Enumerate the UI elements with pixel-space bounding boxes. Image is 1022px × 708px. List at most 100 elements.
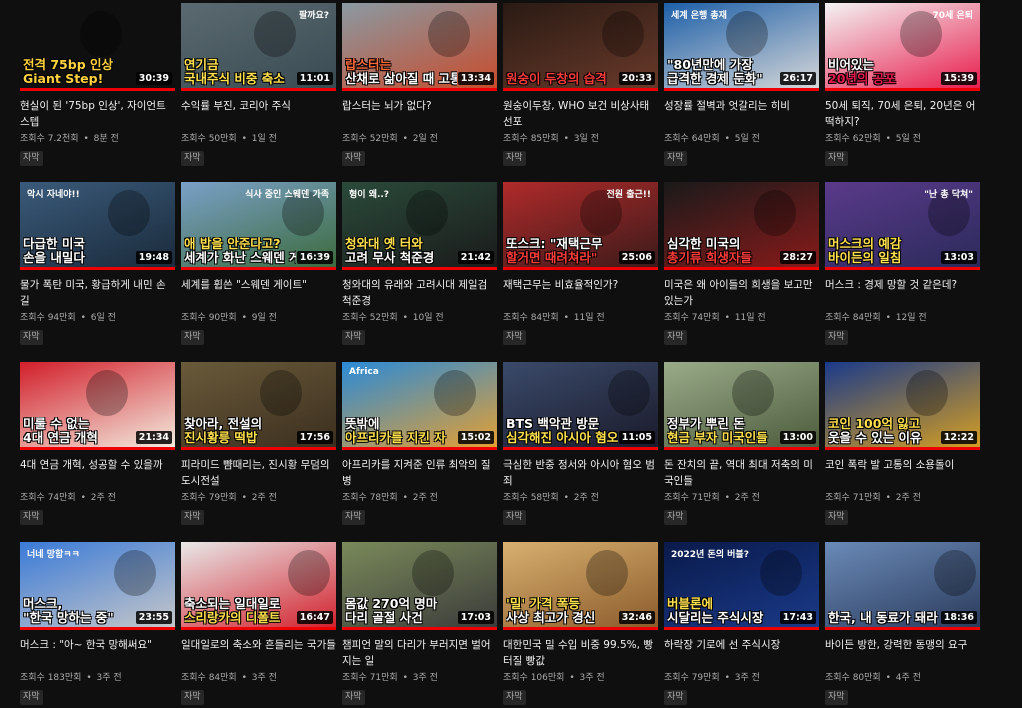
- video-thumbnail[interactable]: 한국, 내 동료가 돼라 18:36: [825, 542, 980, 630]
- video-thumbnail[interactable]: 식사 중인 스웨덴 가족애 밥을 안준다고?세계가 화난 스웨덴 게이트16:3…: [181, 182, 336, 270]
- video-title[interactable]: 수익률 부진, 코리아 주식: [181, 98, 336, 130]
- video-thumbnail[interactable]: 찾아라, 전설의 진시황릉 떡밥 17:56: [181, 362, 336, 450]
- video-title[interactable]: 피라미드 뺨때리는, 진시황 무덤의 도시전설: [181, 457, 336, 489]
- duration-badge: 11:01: [296, 72, 333, 85]
- video-thumbnail[interactable]: BTS 백악관 방문 심각해진 아시아 혐오 11:05: [503, 362, 658, 450]
- video-card[interactable]: BTS 백악관 방문 심각해진 아시아 혐오 11:05 극심한 반중 정서와 아시아…: [503, 362, 658, 542]
- thumbnail-figure-icon: [586, 550, 628, 596]
- video-title[interactable]: 극심한 반중 정서와 아시아 혐오 범죄: [503, 457, 658, 489]
- captions-badge: 자막: [181, 510, 204, 525]
- video-thumbnail[interactable]: 심각한 미국의 총기류 희생자들 28:27: [664, 182, 819, 270]
- meta-separator: •: [238, 673, 250, 683]
- video-title[interactable]: 미국은 왜 아이들의 희생을 보고만 있는가: [664, 277, 819, 309]
- video-title[interactable]: 머스크 : 경제 망할 것 같은데?: [825, 277, 980, 309]
- meta-separator: •: [721, 134, 733, 144]
- video-thumbnail[interactable]: 정부가 뿌린 돈 현금 부자 미국인들 13:00: [664, 362, 819, 450]
- upload-age: 8분 전: [93, 134, 119, 144]
- view-count: 조회수 58만회: [503, 493, 559, 503]
- video-title[interactable]: 바이든 방한, 강력한 동맹의 요구: [825, 637, 980, 669]
- upload-age: 2주 전: [734, 493, 760, 503]
- video-title[interactable]: 현실이 된 '75bp 인상', 자이언트 스텝: [20, 98, 175, 130]
- video-card[interactable]: 찾아라, 전설의 진시황릉 떡밥 17:56 피라미드 뺨때리는, 진시황 무덤의 도…: [181, 362, 336, 542]
- video-card[interactable]: 70세 은퇴 비어있는 20년의 공포 15:39 50세 퇴직, 70세 은퇴, 20…: [825, 3, 980, 182]
- thumbnail-caption-line1: 버블론에: [667, 597, 714, 611]
- video-title[interactable]: 일대일로의 축소와 흔들리는 국가들: [181, 637, 336, 669]
- video-thumbnail[interactable]: Africa 뜻밖에 아프리카를 지킨 자 15:02: [342, 362, 497, 450]
- video-thumbnail[interactable]: 70세 은퇴 비어있는 20년의 공포 15:39: [825, 3, 980, 91]
- captions-badge: 자막: [20, 330, 43, 345]
- video-card[interactable]: 랍스터는산채로 삶아질 때 고통을 느낄까13:34 랍스터는 뇌가 없다? 조회수…: [342, 3, 497, 182]
- thumbnail-caption: 정부가 뿌린 돈 현금 부자 미국인들: [667, 417, 779, 445]
- video-card[interactable]: 전격 75bp 인상 Giant Step! 30:39 현실이 된 '75bp 인상…: [20, 3, 175, 182]
- video-card[interactable]: 축소되는 일대일로 스리랑카의 디폴트 16:47 일대일로의 축소와 흔들리는 국가…: [181, 542, 336, 708]
- meta-separator: •: [399, 673, 411, 683]
- video-card[interactable]: 코인 100억 잃고 웃을 수 있는 이유 12:22 코인 폭락 발 고통의 소용돌…: [825, 362, 980, 542]
- video-thumbnail[interactable]: 랍스터는산채로 삶아질 때 고통을 느낄까13:34: [342, 3, 497, 91]
- video-card[interactable]: Africa 뜻밖에 아프리카를 지킨 자 15:02 아프리카를 지켜준 인류 최악의…: [342, 362, 497, 542]
- video-card[interactable]: 원숭이 두창의 습격 20:33 원숭이두창, WHO 보건 비상사태 선포 조회수 …: [503, 3, 658, 182]
- video-card[interactable]: 세계 은행 총재 "80년만에 가장 급격한 경제 둔화" 26:17 성장률 절벽과 …: [664, 3, 819, 182]
- video-card[interactable]: 너네 망함ㅋㅋ 머스크, "한국 망하는 중" 23:55 머스크 : "아~ 한국 망…: [20, 542, 175, 708]
- captions-badge: 자막: [825, 151, 848, 166]
- video-card[interactable]: 미룰 수 없는 4대 연금 개혁 21:34 4대 연금 개혁, 성공할 수 있을까 조…: [20, 362, 175, 542]
- video-title[interactable]: 챔피언 말의 다리가 부러지면 벌어지는 일: [342, 637, 497, 669]
- video-card[interactable]: 식사 중인 스웨덴 가족애 밥을 안준다고?세계가 화난 스웨덴 게이트16:3…: [181, 182, 336, 362]
- video-title[interactable]: 코인 폭락 발 고통의 소용돌이: [825, 457, 980, 489]
- video-thumbnail[interactable]: 원숭이 두창의 습격 20:33: [503, 3, 658, 91]
- thumbnail-caption-line1: '밀' 가격 폭등: [506, 597, 580, 611]
- video-card[interactable]: 한국, 내 동료가 돼라 18:36 바이든 방한, 강력한 동맹의 요구 조회수 8…: [825, 542, 980, 708]
- duration-badge: 17:03: [457, 611, 494, 624]
- video-title[interactable]: 대한민국 밀 수입 비중 99.5%, 빵터질 빵값: [503, 637, 658, 669]
- video-thumbnail[interactable]: 형이 왜..? 청와대 옛 터와 고려 무사 척준경 21:42: [342, 182, 497, 270]
- video-card[interactable]: "난 총 닥쳐" 머스크의 예감 바이든의 일침 13:03 머스크 : 경제 망할 것…: [825, 182, 980, 362]
- video-title[interactable]: 50세 퇴직, 70세 은퇴, 20년은 어떡하지?: [825, 98, 980, 130]
- video-thumbnail[interactable]: 팔까요? 연기금 국내주식 비중 축소 11:01: [181, 3, 336, 91]
- thumbnail-figure-icon: [602, 11, 644, 57]
- video-thumbnail[interactable]: 코인 100억 잃고 웃을 수 있는 이유 12:22: [825, 362, 980, 450]
- thumbnail-caption: 비어있는 20년의 공포: [828, 58, 940, 86]
- video-card[interactable]: 형이 왜..? 청와대 옛 터와 고려 무사 척준경 21:42 청와대의 유래와 고려…: [342, 182, 497, 362]
- video-title[interactable]: 청와대의 유래와 고려시대 제일검 척준경: [342, 277, 497, 309]
- upload-age: 3주 전: [734, 673, 760, 683]
- video-thumbnail[interactable]: 축소되는 일대일로 스리랑카의 디폴트 16:47: [181, 542, 336, 630]
- video-card[interactable]: 몸값 270억 명마 다리 골절 사건 17:03 챔피언 말의 다리가 부러지면 벌…: [342, 542, 497, 708]
- video-title[interactable]: 아프리카를 지켜준 인류 최악의 질병: [342, 457, 497, 489]
- video-card[interactable]: 전원 출근!! 또스크: "재택근무 할거면 때려쳐라" 25:06 재택근무는 비효율…: [503, 182, 658, 362]
- video-thumbnail[interactable]: 세계 은행 총재 "80년만에 가장 급격한 경제 둔화" 26:17: [664, 3, 819, 91]
- video-card[interactable]: 심각한 미국의 총기류 희생자들 28:27 미국은 왜 아이들의 희생을 보고만 있…: [664, 182, 819, 362]
- video-meta: 조회수 71만회 • 2주 전: [664, 492, 819, 504]
- video-thumbnail[interactable]: 악시 자네야!! 다급한 미국 손을 내밀다 19:48: [20, 182, 175, 270]
- video-thumbnail[interactable]: '밀' 가격 폭등 사상 최고가 경신 32:46: [503, 542, 658, 630]
- video-thumbnail[interactable]: 미룰 수 없는 4대 연금 개혁 21:34: [20, 362, 175, 450]
- video-thumbnail[interactable]: 너네 망함ㅋㅋ 머스크, "한국 망하는 중" 23:55: [20, 542, 175, 630]
- video-thumbnail[interactable]: 2022년 돈의 버블? 버블론에 시달리는 주식시장 17:43: [664, 542, 819, 630]
- thumbnail-accent-bar: [342, 267, 497, 270]
- video-card[interactable]: 정부가 뿌린 돈 현금 부자 미국인들 13:00 돈 잔치의 끝, 역대 최대 저축…: [664, 362, 819, 542]
- upload-age: 4주 전: [895, 673, 921, 683]
- video-title[interactable]: 하락장 기로에 선 주식시장: [664, 637, 819, 669]
- video-title[interactable]: 4대 연금 개혁, 성공할 수 있을까: [20, 457, 175, 489]
- thumbnail-caption: 원숭이 두창의 습격: [506, 72, 618, 86]
- thumbnail-caption: '밀' 가격 폭등 사상 최고가 경신: [506, 597, 618, 625]
- video-title[interactable]: 물가 폭탄 미국, 황급하게 내민 손길: [20, 277, 175, 309]
- video-thumbnail[interactable]: "난 총 닥쳐" 머스크의 예감 바이든의 일침 13:03: [825, 182, 980, 270]
- video-thumbnail[interactable]: 전격 75bp 인상 Giant Step! 30:39: [20, 3, 175, 91]
- video-title[interactable]: 재택근무는 비효율적인가?: [503, 277, 658, 309]
- video-title[interactable]: 랍스터는 뇌가 없다?: [342, 98, 497, 130]
- video-title[interactable]: 성장률 절벽과 엇갈리는 히비: [664, 98, 819, 130]
- video-card[interactable]: 팔까요? 연기금 국내주식 비중 축소 11:01 수익률 부진, 코리아 주식 조회수 …: [181, 3, 336, 182]
- video-title[interactable]: 원숭이두창, WHO 보건 비상사태 선포: [503, 98, 658, 130]
- video-title[interactable]: 머스크 : "아~ 한국 망해써요": [20, 637, 175, 669]
- thumbnail-caption-line1: 연기금: [184, 58, 219, 72]
- thumbnail-figure-icon: [428, 11, 470, 57]
- video-title[interactable]: 돈 잔치의 끝, 역대 최대 저축의 미국인들: [664, 457, 819, 489]
- video-card[interactable]: 악시 자네야!! 다급한 미국 손을 내밀다 19:48 물가 폭탄 미국, 황급하게 …: [20, 182, 175, 362]
- video-card[interactable]: 2022년 돈의 버블? 버블론에 시달리는 주식시장 17:43 하락장 기로에 선 …: [664, 542, 819, 708]
- thumbnail-figure-icon: [108, 190, 150, 236]
- video-card[interactable]: '밀' 가격 폭등 사상 최고가 경신 32:46 대한민국 밀 수입 비중 99.5…: [503, 542, 658, 708]
- video-thumbnail[interactable]: 몸값 270억 명마 다리 골절 사건 17:03: [342, 542, 497, 630]
- meta-separator: •: [83, 673, 95, 683]
- video-title[interactable]: 세계를 휩쓴 "스웨덴 게이트": [181, 277, 336, 309]
- thumbnail-caption: 랍스터는산채로 삶아질 때 고통을 느낄까: [345, 58, 457, 86]
- video-thumbnail[interactable]: 전원 출근!! 또스크: "재택근무 할거면 때려쳐라" 25:06: [503, 182, 658, 270]
